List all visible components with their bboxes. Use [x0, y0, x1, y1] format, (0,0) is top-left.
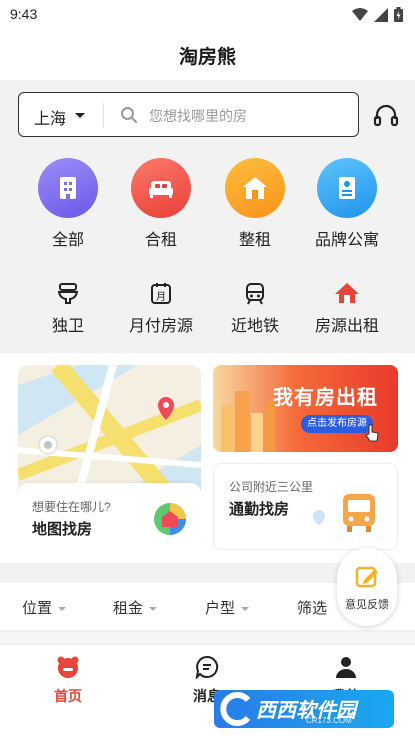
- status-icons: [352, 7, 403, 22]
- category-label: 近地铁: [230, 318, 279, 335]
- filter-label: 租金: [113, 600, 144, 617]
- chat-bubble-icon: [195, 655, 219, 680]
- category-all[interactable]: 全部: [18, 158, 118, 250]
- caret-down-icon: [241, 607, 250, 612]
- commute-card-subtitle: 公司附近三公里: [229, 480, 314, 494]
- listing-peek: [0, 632, 415, 644]
- location-dot-icon: [313, 510, 325, 525]
- map-card-subtitle: 想要住在哪儿?: [32, 500, 111, 514]
- red-house-icon: [332, 278, 362, 308]
- status-bar: 9:43: [0, 0, 415, 30]
- edit-note-icon: [355, 566, 378, 588]
- signal-icon: [374, 7, 388, 22]
- toilet-icon: [53, 278, 83, 308]
- battery-icon: [394, 7, 403, 22]
- tab-label: 首页: [54, 688, 82, 704]
- category-label: 独卫: [51, 318, 84, 335]
- category-private-bath[interactable]: 独卫: [18, 278, 118, 336]
- watermark-sub: CR173.COM: [306, 716, 352, 725]
- building-icon: [38, 158, 98, 218]
- chevron-down-icon: [75, 113, 85, 118]
- pointer-hand-icon: [365, 424, 379, 442]
- search-box[interactable]: 上海 您想找哪里的房: [18, 92, 359, 137]
- app-title: 淘房熊: [178, 47, 236, 68]
- caret-down-icon: [149, 607, 158, 612]
- tab-home[interactable]: 首页: [18, 655, 118, 706]
- caret-down-icon: [58, 607, 67, 612]
- feedback-label: 意见反馈: [345, 599, 389, 611]
- search-icon: [121, 107, 137, 123]
- app-header: 淘房熊: [0, 30, 415, 80]
- search-section: 上海 您想找哪里的房: [0, 80, 415, 150]
- filter-label: 位置: [22, 600, 53, 617]
- bed-icon: [131, 158, 191, 218]
- map-card-title: 地图找房: [32, 521, 93, 538]
- filter-label: 户型: [205, 600, 236, 617]
- metro-icon: [240, 278, 270, 308]
- city-selector[interactable]: 上海: [34, 105, 66, 129]
- house-icon: [225, 158, 285, 218]
- rent-banner-title: 我有房出租: [273, 387, 378, 409]
- category-near-metro[interactable]: 近地铁: [205, 278, 305, 336]
- watermark-c-icon: [220, 692, 251, 726]
- calendar-month-icon: 月: [146, 278, 176, 308]
- watermark-logo: 西西软件园 CR173.COM: [214, 690, 394, 728]
- map-search-card[interactable]: 想要住在哪儿? 地图找房: [18, 365, 201, 550]
- rent-out-banner[interactable]: 我有房出租 点击发布房源: [213, 365, 398, 452]
- filter-more[interactable]: 筛选: [297, 597, 327, 618]
- feedback-button[interactable]: 意见反馈: [337, 548, 397, 626]
- svg-text:月: 月: [156, 291, 166, 303]
- category-monthly-pay[interactable]: 月 月付房源: [111, 278, 211, 336]
- map-pie-icon: [154, 503, 186, 535]
- category-grid: 全部 合租 整租 品牌公寓 独卫 月 月付房源 近地铁 房源出租: [0, 150, 415, 355]
- bear-home-icon: [57, 656, 79, 678]
- category-whole[interactable]: 整租: [205, 158, 305, 250]
- person-icon: [336, 657, 356, 678]
- map-card-info: 想要住在哪儿? 地图找房: [18, 483, 201, 550]
- category-label: 全部: [51, 232, 84, 249]
- status-time: 9:43: [10, 6, 38, 22]
- commute-card-title: 通勤找房: [229, 501, 290, 518]
- category-label: 房源出租: [314, 318, 379, 335]
- category-shared[interactable]: 合租: [111, 158, 211, 250]
- wifi-icon: [352, 7, 368, 21]
- filter-rent[interactable]: 租金: [113, 597, 158, 618]
- bus-icon: [343, 494, 375, 532]
- search-input[interactable]: 您想找哪里的房: [149, 106, 247, 126]
- feature-cards: 想要住在哪儿? 地图找房 我有房出租 点击发布房源 公司附近三公里 通勤找房: [0, 353, 415, 563]
- search-divider: [103, 103, 104, 127]
- category-label: 品牌公寓: [314, 232, 379, 249]
- commute-search-card[interactable]: 公司附近三公里 通勤找房: [213, 463, 398, 550]
- category-list-for-rent[interactable]: 房源出租: [297, 278, 397, 336]
- category-label: 整租: [238, 232, 271, 249]
- map-illustration: [18, 365, 201, 495]
- headset-icon[interactable]: [373, 104, 399, 128]
- category-label: 合租: [144, 232, 177, 249]
- category-brand-apartment[interactable]: 品牌公寓: [297, 158, 397, 250]
- document-icon: [317, 158, 377, 218]
- category-label: 月付房源: [128, 318, 193, 335]
- filter-label: 筛选: [297, 600, 328, 617]
- filter-layout[interactable]: 户型: [205, 597, 250, 618]
- filter-location[interactable]: 位置: [22, 597, 67, 618]
